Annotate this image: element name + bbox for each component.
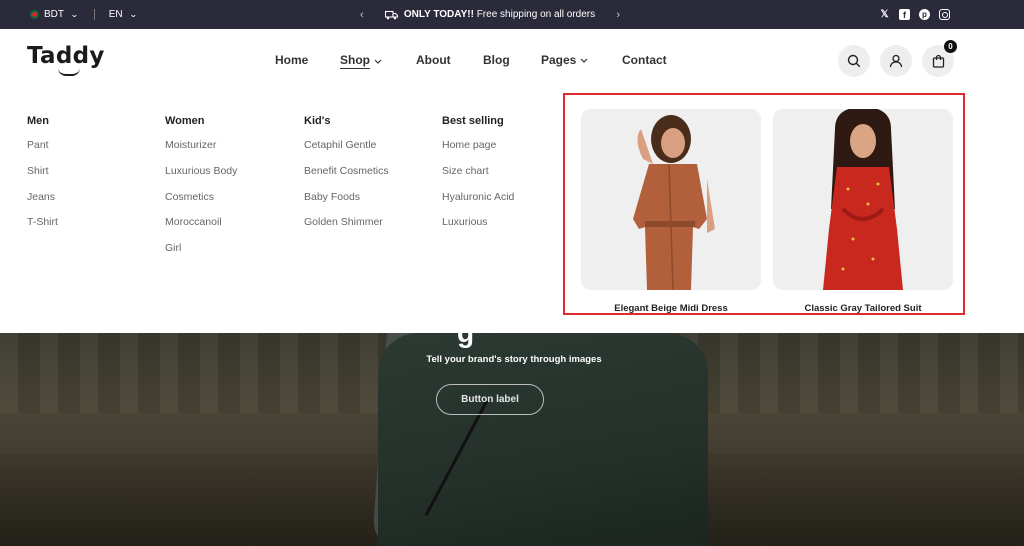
hero-cta-button[interactable]: Button label [436,384,544,415]
language-label: EN [108,9,123,20]
currency-selector[interactable]: BDT ⌄ [30,9,79,20]
bangladesh-flag-icon [30,10,39,19]
menu-link[interactable]: Golden Shimmer [304,216,389,242]
menu-link[interactable]: Cetaphil Gentle [304,139,389,165]
nav-contact[interactable]: Contact [622,53,667,67]
product-image[interactable] [773,109,953,290]
site-header: Taddy Home Shop About Blog Pages Contact… [0,29,1024,93]
menu-column-men: Men Pant Shirt Jeans T-Shirt [27,115,58,242]
featured-products-highlight: Elegant Beige Midi Dress Classic Gray Ta… [563,93,965,315]
menu-link[interactable]: Baby Foods [304,191,389,217]
column-title: Men [27,115,49,127]
product-card[interactable]: Elegant Beige Midi Dress [581,109,761,314]
menu-link[interactable]: Home page [442,139,514,165]
nav-home[interactable]: Home [275,53,308,67]
menu-link[interactable]: Moisturizer [165,139,237,165]
product-title[interactable]: Classic Gray Tailored Suit [773,303,953,314]
cart-count-badge: 0 [944,40,957,53]
menu-link[interactable]: Hyaluronic Acid [442,191,514,217]
menu-link[interactable]: Shirt [27,165,58,191]
facebook-icon[interactable]: f [899,9,910,20]
pinterest-icon[interactable]: p [919,9,930,20]
shopping-bag-icon [932,54,944,68]
menu-link[interactable]: Cosmetics [165,191,237,217]
product-card[interactable]: Classic Gray Tailored Suit [773,109,953,314]
nav-about[interactable]: About [416,53,451,67]
nav-shop-label: Shop [340,53,370,69]
menu-link[interactable]: Luxurious [442,216,514,242]
menu-link[interactable]: Benefit Cosmetics [304,165,389,191]
menu-link[interactable]: T-Shirt [27,216,58,242]
column-title: Women [165,115,205,127]
nav-shop[interactable]: Shop [340,53,382,69]
hero-banner: g Tell your brand's story through images… [0,333,1024,546]
product-image[interactable] [581,109,761,290]
nav-pages-label: Pages [541,53,577,67]
menu-link[interactable]: Pant [27,139,58,165]
chevron-down-icon: ⌄ [69,10,79,19]
cart-button[interactable]: 0 [922,40,957,77]
promo-bold: ONLY TODAY!! [403,9,474,20]
hero-heading: g [457,333,481,347]
hero-subtitle: Tell your brand's story through images [426,354,602,365]
column-title: Kid's [304,115,331,127]
search-button[interactable] [838,45,870,77]
model-in-rust-dress-image [633,115,715,290]
logo-smile-mark [58,68,80,76]
next-announcement-arrow-icon[interactable]: › [616,9,620,21]
menu-link[interactable]: Moroccanoil [165,216,237,242]
chevron-down-icon [374,59,382,64]
menu-column-women: Women Moisturizer Luxurious Body Cosmeti… [165,115,237,268]
shop-mega-menu: Men Pant Shirt Jeans T-Shirt Women Moist… [0,93,1024,378]
truck-icon [384,10,398,19]
search-icon [847,54,861,68]
model-in-red-dress-image [823,109,903,290]
account-button[interactable] [880,45,912,77]
promo-text: Free shipping on all orders [476,9,596,20]
menu-column-best-selling: Best selling Home page Size chart Hyalur… [442,115,514,242]
menu-link[interactable]: Size chart [442,165,514,191]
menu-link[interactable]: Jeans [27,191,58,217]
chevron-down-icon [580,58,588,63]
nav-pages[interactable]: Pages [541,53,588,67]
nav-blog[interactable]: Blog [483,53,510,67]
currency-label: BDT [44,9,64,20]
language-selector[interactable]: EN ⌄ [108,9,138,20]
instagram-icon[interactable] [939,9,950,20]
menu-link[interactable]: Girl [165,242,237,268]
announcement-bar: BDT ⌄ EN ⌄ ‹ ONLY TODAY!! Free shipping … [0,0,1024,29]
product-title[interactable]: Elegant Beige Midi Dress [581,303,761,314]
menu-link[interactable]: Luxurious Body [165,165,237,191]
user-icon [889,54,903,68]
promo-message: ONLY TODAY!! Free shipping on all orders [384,9,596,20]
divider [93,9,95,20]
prev-announcement-arrow-icon[interactable]: ‹ [360,9,364,21]
x-twitter-icon[interactable]: 𝕏 [879,9,890,20]
column-title: Best selling [442,115,504,127]
chevron-down-icon: ⌄ [128,10,138,19]
menu-column-kids: Kid's Cetaphil Gentle Benefit Cosmetics … [304,115,389,242]
logo[interactable]: Taddy [27,43,105,69]
